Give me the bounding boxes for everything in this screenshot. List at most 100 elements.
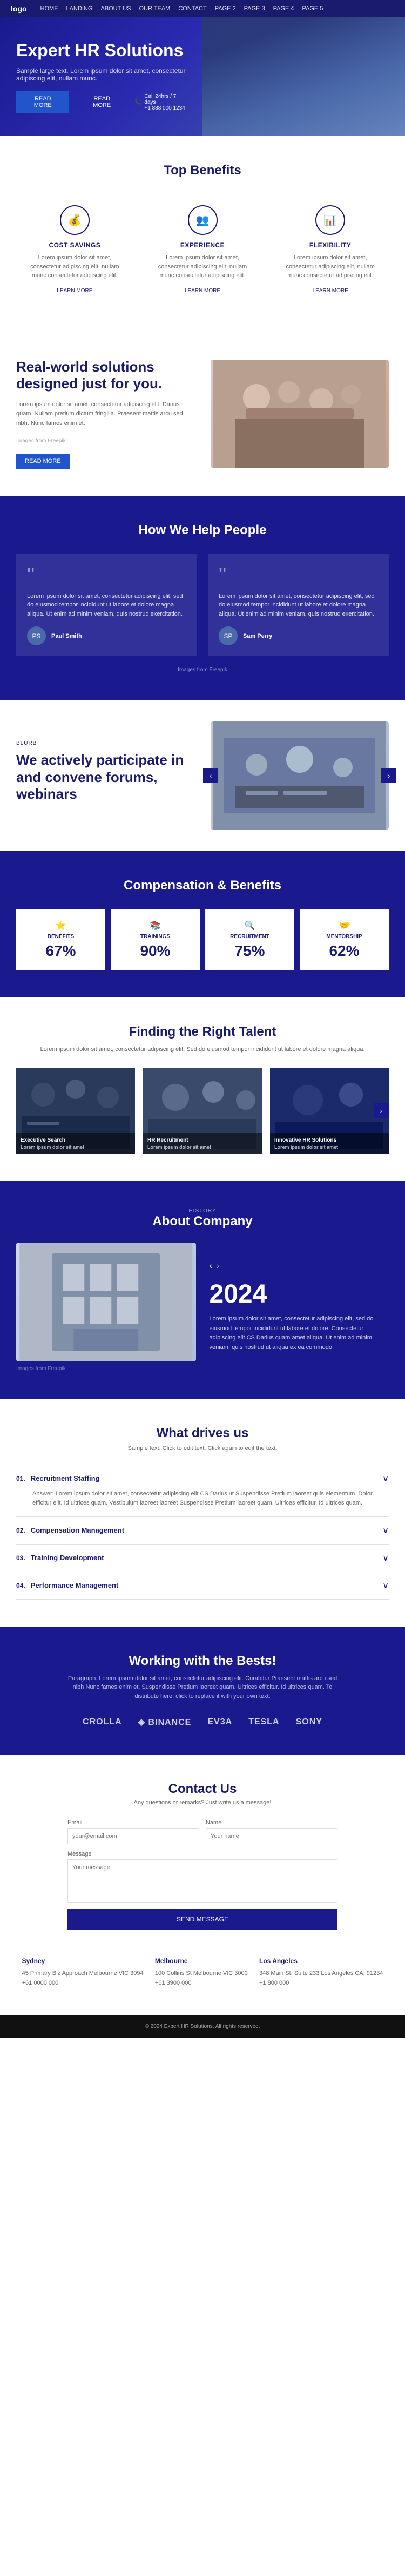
faq-item-2: 03. Training Development ∨: [16, 1545, 389, 1572]
email-field: Email: [68, 1819, 199, 1844]
real-world-image: [211, 360, 389, 468]
faq-question-3[interactable]: 04. Performance Management ∨: [16, 1580, 389, 1591]
message-input[interactable]: [68, 1859, 338, 1903]
faq-question-1[interactable]: 02. Compensation Management ∨: [16, 1525, 389, 1536]
benefit-title-1: EXPERIENCE: [152, 241, 253, 249]
webinar-image-wrapper: ‹ ›: [211, 721, 389, 830]
talent-card-label-2: Innovative HR Solutions Lorem ipsum dolo…: [270, 1133, 389, 1154]
about-prev-btn[interactable]: ‹: [210, 1262, 212, 1271]
nav-landing[interactable]: LANDING: [66, 5, 93, 12]
finding-talent-section: Finding the Right Talent Lorem ipsum dol…: [0, 997, 405, 1181]
faq-title-0: Recruitment Staffing: [31, 1474, 383, 1482]
brand-tesla: TESLA: [248, 1717, 279, 1727]
faq-answer-0: Answer: Lorem ipsum dolor sit amet, cons…: [16, 1489, 389, 1508]
webinar-section: BLURB We actively participate in and con…: [0, 700, 405, 851]
talent-card-2: Innovative HR Solutions Lorem ipsum dolo…: [270, 1068, 389, 1154]
nav-team[interactable]: OUR TEAM: [139, 5, 170, 12]
learn-more-2[interactable]: LEARN MORE: [313, 288, 348, 294]
hero-call: 📞 Call 24hrs / 7 days +1 888 000 1234: [134, 93, 189, 111]
nav-page4[interactable]: PAGE 4: [273, 5, 294, 12]
trainings-icon: 📚: [116, 920, 194, 931]
real-world-read-more[interactable]: READ MORE: [16, 454, 70, 469]
real-world-desc: Lorem ipsum dolor sit amet, consectetur …: [16, 400, 194, 429]
benefit-desc-0: Lorem ipsum dolor sit amet, consectetur …: [24, 253, 125, 280]
office-phone-2: +1 800 000: [259, 1979, 383, 1988]
nav-home[interactable]: HOME: [40, 5, 58, 12]
benefit-card-0: 💰 COST SAVINGS Lorem ipsum dolor sit ame…: [16, 194, 133, 305]
about-navigation: ‹ ›: [210, 1262, 389, 1271]
office-phone-0: +61 0000 000: [22, 1979, 144, 1988]
compensation-section: Compensation & Benefits ⭐ Benefits 67% 📚…: [0, 851, 405, 997]
working-bests-title: Working with the Bests!: [16, 1654, 389, 1669]
comp-stats-container: ⭐ Benefits 67% 📚 Trainings 90% 🔍 Recruit…: [16, 909, 389, 970]
finding-talent-title: Finding the Right Talent: [16, 1024, 389, 1040]
author-name-1: Sam Perry: [243, 633, 272, 639]
what-drives-subtitle: Sample text. Click to edit text. Click a…: [16, 1445, 389, 1452]
webinar-prev-button[interactable]: ‹: [203, 768, 218, 783]
faq-title-1: Compensation Management: [31, 1526, 383, 1534]
faq-title-3: Performance Management: [31, 1581, 383, 1589]
brand-binance: ◈ BINANCE: [138, 1717, 192, 1728]
recruitment-icon: 🔍: [211, 920, 289, 931]
read-more-button[interactable]: READ MORE: [16, 91, 69, 113]
avatar-1: SP: [219, 626, 238, 645]
talent-cards: Executive Search Lorem ipsum dolor sit a…: [16, 1068, 389, 1154]
hero-title: Expert HR Solutions: [16, 40, 189, 60]
email-label: Email: [68, 1819, 199, 1826]
what-drives-title: What drives us: [16, 1426, 389, 1441]
cost-savings-icon: 💰: [60, 205, 90, 235]
nav-page3[interactable]: PAGE 3: [244, 5, 265, 12]
quote-mark-1: ": [219, 565, 378, 586]
comp-label-0: Benefits: [22, 934, 100, 940]
nav-about[interactable]: ABOUT US: [100, 5, 131, 12]
comp-stat-3: 🤝 Mentorship 62%: [300, 909, 389, 970]
testimonial-author-1: SP Sam Perry: [219, 626, 378, 645]
comp-stat-0: ⭐ Benefits 67%: [16, 909, 105, 970]
author-name-0: Paul Smith: [51, 633, 82, 639]
hero-secondary-button[interactable]: READ MORE: [75, 91, 129, 113]
email-input[interactable]: [68, 1828, 199, 1844]
logo[interactable]: logo: [11, 4, 27, 13]
top-benefits-title: Top Benefits: [16, 163, 389, 178]
send-message-button[interactable]: SEND MESSAGE: [68, 1909, 338, 1930]
faq-question-2[interactable]: 03. Training Development ∨: [16, 1553, 389, 1563]
real-world-image-credit: Images from Freepik: [16, 437, 194, 446]
hero-buttons: READ MORE READ MORE 📞 Call 24hrs / 7 day…: [16, 91, 189, 113]
about-label: HISTORY: [16, 1208, 389, 1214]
nav-contact[interactable]: CONTACT: [178, 5, 206, 12]
talent-card-0: Executive Search Lorem ipsum dolor sit a…: [16, 1068, 135, 1154]
webinar-title: We actively participate in and convene f…: [16, 752, 194, 803]
comp-label-2: Recruitment: [211, 934, 289, 940]
name-input[interactable]: [206, 1828, 338, 1844]
learn-more-0[interactable]: LEARN MORE: [57, 288, 92, 294]
faq-question-0[interactable]: 01. Recruitment Staffing ∨: [16, 1473, 389, 1484]
nav-page2[interactable]: PAGE 2: [215, 5, 236, 12]
team-image: [211, 360, 389, 468]
about-section: HISTORY About Company Images from Freepi…: [0, 1181, 405, 1399]
office-phone-1: +61 3900 000: [155, 1979, 248, 1988]
talent-next-button[interactable]: ›: [374, 1103, 389, 1118]
contact-form-row-1: Email Name: [68, 1819, 338, 1844]
nav-page5[interactable]: PAGE 5: [302, 5, 323, 12]
webinar-next-button[interactable]: ›: [381, 768, 396, 783]
faq-item-0: 01. Recruitment Staffing ∨ Answer: Lorem…: [16, 1465, 389, 1517]
about-header: HISTORY About Company: [16, 1208, 389, 1229]
benefit-desc-2: Lorem ipsum dolor sit amet, consectetur …: [280, 253, 381, 280]
about-image-credit: Images from Freepik: [16, 1366, 196, 1372]
about-next-btn[interactable]: ›: [217, 1262, 219, 1271]
comp-pct-3: 62%: [305, 942, 383, 960]
footer: © 2024 Expert HR Solutions. All rights r…: [0, 2015, 405, 2038]
office-sydney: Sydney 45 Primary Biz Approach Melbourne…: [22, 1957, 144, 1988]
faq-title-2: Training Development: [31, 1554, 383, 1562]
learn-more-1[interactable]: LEARN MORE: [185, 288, 220, 294]
real-world-text: Real-world solutions designed just for y…: [16, 359, 194, 469]
footer-copyright: © 2024 Expert HR Solutions. All rights r…: [145, 2024, 260, 2029]
about-text: ‹ › 2024 Lorem ipsum dolor sit amet, con…: [210, 1262, 389, 1352]
testimonial-text-0: Lorem ipsum dolor sit amet, consectetur …: [27, 592, 186, 619]
about-image: Images from Freepik: [16, 1243, 196, 1372]
hero-description: Sample large text. Lorem ipsum dolor sit…: [16, 67, 189, 82]
talent-carousel: ‹ Executive Search Lorem ipsum dolor sit: [16, 1068, 389, 1154]
office-melbourne: Melbourne 100 Collins St Melbourne VIC 3…: [155, 1957, 248, 1988]
faq-item-3: 04. Performance Management ∨: [16, 1572, 389, 1600]
name-field: Name: [206, 1819, 338, 1844]
